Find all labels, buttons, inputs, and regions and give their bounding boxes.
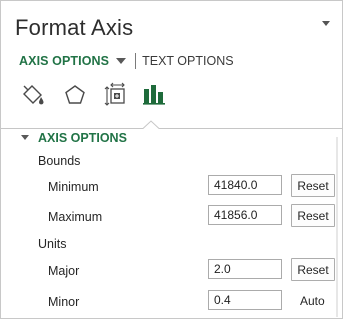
major-label: Major (48, 264, 80, 278)
effects-pentagon-icon[interactable] (61, 81, 89, 109)
tab-axis-options-dropdown-icon[interactable] (116, 58, 127, 64)
format-axis-pane: Format Axis AXIS OPTIONS TEXT OPTIONS AX… (0, 0, 343, 319)
minimum-reset-button[interactable]: Reset (291, 174, 335, 197)
maximum-label: Maximum (48, 210, 103, 224)
minor-label: Minor (48, 295, 80, 309)
category-icon-bar (19, 81, 179, 111)
pane-title: Format Axis (15, 15, 134, 40)
units-label: Units (38, 237, 67, 251)
major-reset-button[interactable]: Reset (291, 258, 335, 281)
section-divider (1, 120, 343, 129)
pane-options-dropdown-icon[interactable] (322, 21, 330, 26)
maximum-reset-button[interactable]: Reset (291, 204, 335, 227)
major-input[interactable] (208, 259, 282, 279)
minor-auto-status: Auto (300, 294, 325, 308)
section-title: AXIS OPTIONS (38, 131, 127, 145)
collapse-triangle-icon[interactable] (21, 134, 29, 140)
pane-scrollbar[interactable] (336, 137, 338, 317)
axis-options-section-header[interactable]: AXIS OPTIONS (21, 131, 127, 145)
maximum-input[interactable] (208, 205, 282, 225)
axis-options-bar-chart-icon[interactable] (141, 81, 169, 109)
minimum-label: Minimum (48, 180, 99, 194)
minor-input[interactable] (208, 290, 282, 310)
options-tabs: AXIS OPTIONS TEXT OPTIONS (19, 53, 234, 69)
tab-axis-options[interactable]: AXIS OPTIONS (19, 54, 109, 68)
bounds-label: Bounds (38, 154, 81, 168)
size-properties-icon[interactable] (103, 81, 131, 109)
fill-line-icon[interactable] (19, 81, 47, 109)
tab-text-options[interactable]: TEXT OPTIONS (142, 54, 233, 68)
tab-separator (135, 53, 137, 69)
minimum-input[interactable] (208, 175, 282, 195)
